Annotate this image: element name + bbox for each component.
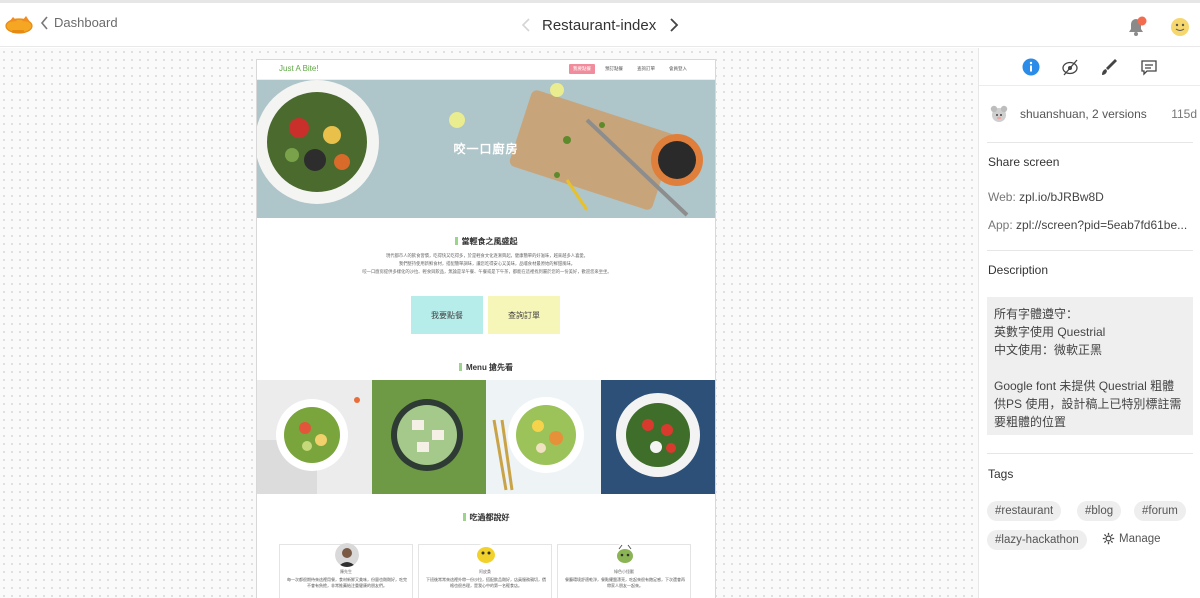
mockup-hero-image: 咬一口廚房 [257, 80, 715, 218]
menu-title-text: Menu 搶先看 [465, 363, 514, 372]
panel-tabs [979, 48, 1200, 86]
reviewer-avatar [335, 543, 359, 567]
mockup-query-button: 查詢訂單 [488, 296, 560, 334]
divider [987, 250, 1193, 251]
mockup-nav-link: 查詢訂單 [637, 66, 655, 71]
divider [987, 142, 1193, 143]
menu-photo [486, 380, 601, 494]
app-label: App: [988, 218, 1013, 232]
web-link-value[interactable]: zpl.io/bJRBw8D [1019, 190, 1104, 204]
reviews-title-text: 吃過都說好 [469, 513, 510, 522]
review-text: 每一次都很期待來這裡用餐，食材新鮮又美味，份量也剛剛好，吃完不會有負擔，非常推薦… [287, 577, 407, 588]
mockup-brand: Just A Bite! [279, 64, 319, 73]
mockup-nav-link: 會員登入 [669, 66, 687, 71]
top-bar: Dashboard Restaurant-index [0, 0, 1200, 47]
review-card: 綠色小怪獸 餐廳環境舒適乾淨，餐點擺盤漂亮，吃起來很有飽足感，下次還會再帶家人朋… [557, 543, 691, 598]
mockup-nav-link: 預訂點餐 [605, 66, 623, 71]
review-text: 餐廳環境舒適乾淨，餐點擺盤漂亮，吃起來很有飽足感，下次還會再帶家人朋友一起來。 [565, 577, 685, 588]
back-label: Dashboard [54, 15, 118, 30]
mockup-menu-title: Menu 搶先看 [257, 362, 715, 373]
manage-tags-button[interactable]: Manage [1102, 532, 1161, 545]
web-link-row[interactable]: Web: zpl.io/bJRBw8D [988, 190, 1193, 204]
share-screen-heading: Share screen [988, 155, 1060, 169]
app-link-row[interactable]: App: zpl://screen?pid=5eab7fd61be... [988, 218, 1193, 232]
reviewer-name: 綠色小怪獸 [614, 569, 634, 574]
section-title-text: 當輕食之風盛起 [461, 237, 518, 246]
mockup-reviews-title: 吃過都說好 [257, 512, 715, 523]
mockup-paragraph: 現代都市人的飲食習慣，吃得快又吃得多，於是輕食文化逐漸興起，健康簡單的好滋味，越… [317, 252, 657, 276]
mockup-section-title: 當輕食之風盛起 [257, 236, 715, 247]
notification-bell-icon[interactable] [1124, 15, 1148, 39]
zeplin-logo-icon[interactable] [4, 14, 34, 36]
review-card: 阿皮桑 下班後常常來這裡外帶一份沙拉，搭配飲品剛好，店員服務親切，價格也很合理，… [418, 543, 552, 598]
next-screen-icon[interactable] [668, 17, 680, 33]
info-icon[interactable] [1021, 57, 1041, 77]
eye-slash-icon[interactable] [1060, 57, 1080, 77]
paragraph-line: 現代都市人的飲食習慣，吃得快又吃得多，於是輕食文化逐漸興起，健康簡單的好滋味，越… [386, 253, 588, 258]
tag-blog[interactable]: #blog [1077, 501, 1122, 521]
reviewer-name: 阿皮桑 [479, 569, 491, 574]
mockup-nav-link: 我要點餐 [569, 64, 595, 74]
app-link-value[interactable]: zpl://screen?pid=5eab7fd61be... [1016, 218, 1187, 232]
owner-name[interactable]: shuanshuan, 2 versions [1020, 107, 1147, 121]
tag-lazy-hackathon[interactable]: #lazy-hackathon [987, 530, 1087, 550]
gear-icon [1102, 532, 1115, 545]
owner-avatar-icon [990, 105, 1008, 122]
tag-restaurant[interactable]: #restaurant [987, 501, 1062, 521]
tags-heading: Tags [988, 467, 1014, 481]
comment-icon[interactable] [1139, 57, 1159, 77]
design-canvas[interactable]: Just A Bite! 我要點餐 預訂點餐 查詢訂單 會員登入 咬一口廚房 當… [0, 48, 978, 598]
description-text[interactable]: 所有字體遵守： 英數字使用 Questrial 中文使用：微軟正黑 Google… [987, 297, 1193, 435]
reviewer-avatar [613, 543, 637, 567]
screen-preview[interactable]: Just A Bite! 我要點餐 預訂點餐 查詢訂單 會員登入 咬一口廚房 當… [256, 59, 716, 598]
paragraph-line: 我們堅持使用新鮮食材，搭配簡單調味，讓您吃得安心又美味，品嚐食材最原始的鮮甜風味… [398, 261, 576, 266]
owner-row: shuanshuan, 2 versions 115d [989, 104, 1197, 126]
screen-title: Restaurant-index [542, 17, 657, 34]
brush-icon[interactable] [1099, 57, 1119, 77]
reviewer-avatar [474, 543, 498, 567]
review-text: 下班後常常來這裡外帶一份沙拉，搭配飲品剛好，店員服務親切，價格也很合理，是我心中… [426, 577, 546, 588]
divider [987, 453, 1193, 454]
mockup-navbar: Just A Bite! 我要點餐 預訂點餐 查詢訂單 會員登入 [257, 60, 715, 80]
mockup-nav-links: 我要點餐 預訂點餐 查詢訂單 會員登入 [569, 64, 691, 74]
mockup-order-button: 我要點餐 [411, 296, 483, 334]
back-to-dashboard-link[interactable]: Dashboard [40, 15, 118, 30]
menu-photo [600, 380, 715, 494]
web-label: Web: [988, 190, 1016, 204]
review-card: 陳先生 每一次都很期待來這裡用餐，食材新鮮又美味，份量也剛剛好，吃完不會有負擔，… [279, 543, 413, 598]
paragraph-line: 咬一口廚房提供多樣化的沙拉、輕食與飲品，無論是早午餐、午餐或是下午茶，都能在這裡… [362, 269, 612, 274]
user-avatar-icon[interactable] [1170, 17, 1190, 37]
tag-forum[interactable]: #forum [1134, 501, 1186, 521]
screen-title-nav: Restaurant-index [520, 13, 680, 39]
details-panel: shuanshuan, 2 versions 115d Share screen… [978, 48, 1200, 598]
reviewer-name: 陳先生 [340, 569, 352, 574]
screen-age: 115d [1171, 107, 1197, 121]
manage-label: Manage [1119, 532, 1161, 545]
mockup-hero-title: 咬一口廚房 [453, 142, 519, 156]
menu-photo [371, 380, 486, 494]
previous-screen-icon[interactable] [520, 17, 532, 33]
chevron-left-icon [40, 15, 48, 30]
mockup-menu-photos [257, 380, 715, 494]
menu-photo [257, 380, 372, 494]
description-heading: Description [988, 263, 1049, 277]
